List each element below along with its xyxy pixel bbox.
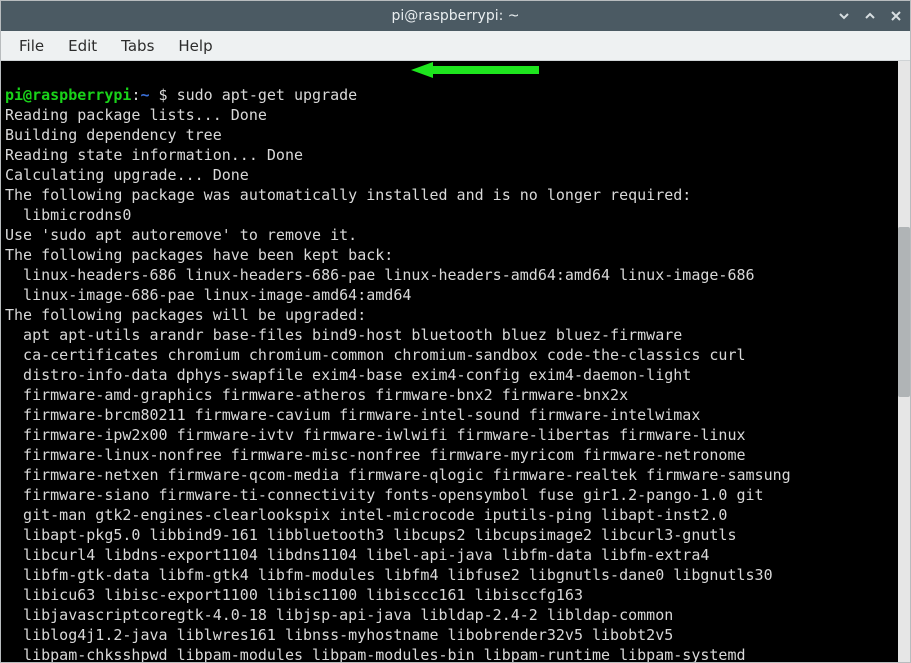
terminal-output: Reading package lists... DoneBuilding de… bbox=[5, 105, 892, 662]
window-title: pi@raspberrypi: ~ bbox=[391, 8, 519, 24]
close-icon[interactable] bbox=[888, 8, 904, 24]
terminal-viewport[interactable]: pi@raspberrypi:~ $ sudo apt-get upgradeR… bbox=[1, 61, 898, 662]
menu-edit[interactable]: Edit bbox=[56, 33, 109, 59]
terminal-line: firmware-linux-nonfree firmware-misc-non… bbox=[5, 445, 892, 465]
terminal-line: Calculating upgrade... Done bbox=[5, 165, 892, 185]
terminal-line: libapt-pkg5.0 libbind9-161 libbluetooth3… bbox=[5, 525, 892, 545]
terminal-line: firmware-amd-graphics firmware-atheros f… bbox=[5, 385, 892, 405]
titlebar[interactable]: pi@raspberrypi: ~ bbox=[1, 1, 910, 31]
terminal-line: Reading package lists... Done bbox=[5, 105, 892, 125]
terminal-line: The following packages have been kept ba… bbox=[5, 245, 892, 265]
prompt-dollar: $ bbox=[150, 86, 177, 104]
minimize-icon[interactable] bbox=[836, 8, 852, 24]
terminal-line: Reading state information... Done bbox=[5, 145, 892, 165]
terminal-line: liblog4j1.2-java liblwres161 libnss-myho… bbox=[5, 625, 892, 645]
terminal-line: firmware-ipw2x00 firmware-ivtv firmware-… bbox=[5, 425, 892, 445]
prompt-line: pi@raspberrypi:~ $ sudo apt-get upgrade bbox=[5, 85, 892, 105]
terminal-line: ca-certificates chromium chromium-common… bbox=[5, 345, 892, 365]
terminal-line: git-man gtk2-engines-clearlookspix intel… bbox=[5, 505, 892, 525]
terminal-line: firmware-siano firmware-ti-connectivity … bbox=[5, 485, 892, 505]
terminal-window: pi@raspberrypi: ~ File Edit Tabs Help pi… bbox=[0, 0, 911, 663]
command-text: sudo apt-get upgrade bbox=[177, 86, 358, 104]
prompt-path: ~ bbox=[140, 86, 149, 104]
terminal-line: linux-headers-686 linux-headers-686-pae … bbox=[5, 265, 892, 285]
window-controls bbox=[836, 1, 904, 31]
terminal-line: The following packages will be upgraded: bbox=[5, 305, 892, 325]
terminal-line: libpam-chksshpwd libpam-modules libpam-m… bbox=[5, 645, 892, 662]
menubar: File Edit Tabs Help bbox=[1, 31, 910, 61]
menu-tabs[interactable]: Tabs bbox=[109, 33, 166, 59]
terminal-line: distro-info-data dphys-swapfile exim4-ba… bbox=[5, 365, 892, 385]
terminal-line: libfm-gtk-data libfm-gtk4 libfm-modules … bbox=[5, 565, 892, 585]
terminal-line: firmware-netxen firmware-qcom-media firm… bbox=[5, 465, 892, 485]
terminal-line: libcurl4 libdns-export1104 libdns1104 li… bbox=[5, 545, 892, 565]
terminal-line: apt apt-utils arandr base-files bind9-ho… bbox=[5, 325, 892, 345]
terminal-line: Building dependency tree bbox=[5, 125, 892, 145]
terminal-line: linux-image-686-pae linux-image-amd64:am… bbox=[5, 285, 892, 305]
scrollbar-thumb[interactable] bbox=[898, 227, 910, 397]
terminal-line: libicu63 libisc-export1100 libisc1100 li… bbox=[5, 585, 892, 605]
terminal-body: pi@raspberrypi:~ $ sudo apt-get upgradeR… bbox=[1, 61, 910, 662]
terminal-line: The following package was automatically … bbox=[5, 185, 892, 205]
terminal-line: firmware-brcm80211 firmware-cavium firmw… bbox=[5, 405, 892, 425]
terminal-line: libmicrodns0 bbox=[5, 205, 892, 225]
maximize-icon[interactable] bbox=[862, 8, 878, 24]
terminal-line: Use 'sudo apt autoremove' to remove it. bbox=[5, 225, 892, 245]
terminal-line: libjavascriptcoregtk-4.0-18 libjsp-api-j… bbox=[5, 605, 892, 625]
menu-help[interactable]: Help bbox=[166, 33, 224, 59]
scrollbar-track[interactable] bbox=[898, 61, 910, 662]
prompt-userhost: pi@raspberrypi bbox=[5, 86, 131, 104]
menu-file[interactable]: File bbox=[7, 33, 56, 59]
